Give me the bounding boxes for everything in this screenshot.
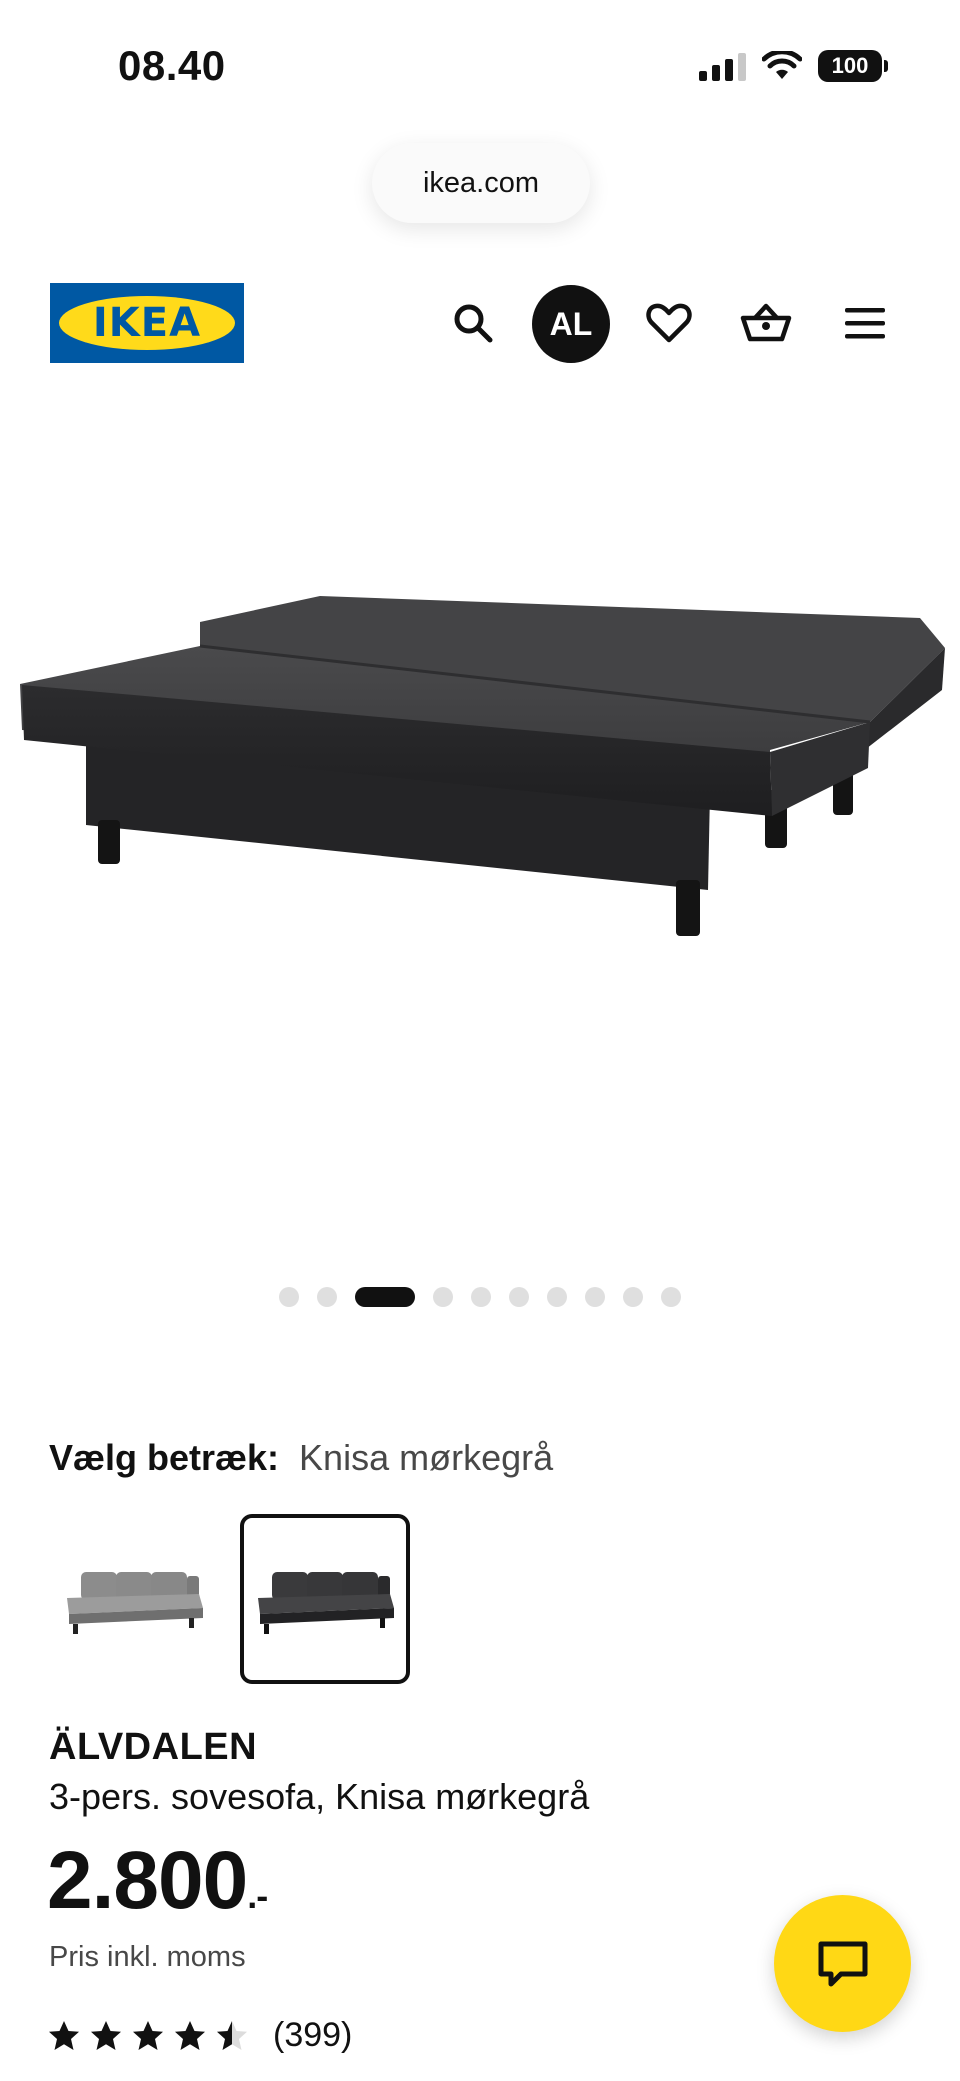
rating-stars xyxy=(47,2019,249,2053)
status-icons: 100 xyxy=(699,50,888,82)
sofa-dark-grey-thumbnail xyxy=(258,1572,394,1634)
carousel-dot[interactable] xyxy=(317,1287,337,1307)
carousel-dot[interactable] xyxy=(433,1287,453,1307)
heart-icon xyxy=(646,303,692,343)
address-bar[interactable]: ikea.com xyxy=(372,143,590,223)
avatar[interactable]: AL xyxy=(532,285,610,363)
battery-level: 100 xyxy=(831,53,869,78)
price-note: Pris inkl. moms xyxy=(49,1941,246,1973)
cover-label-value: Knisa mørkegrå xyxy=(299,1437,554,1478)
cover-selector-label: Vælg betræk: Knisa mørkegrå xyxy=(49,1437,553,1479)
star-icon xyxy=(217,2020,247,2050)
price-amount: 2.800 xyxy=(47,1835,248,1926)
menu-icon xyxy=(845,308,885,339)
cover-option-dark-grey[interactable] xyxy=(240,1514,410,1684)
status-bar: 08.40 100 xyxy=(0,0,960,140)
sofa-light-grey-thumbnail xyxy=(67,1572,203,1634)
carousel-dot[interactable] xyxy=(585,1287,605,1307)
product-image[interactable] xyxy=(0,400,960,1220)
carousel-dot[interactable] xyxy=(623,1287,643,1307)
carousel-dot[interactable] xyxy=(509,1287,529,1307)
basket-button[interactable] xyxy=(726,283,806,363)
star-icon xyxy=(49,2020,79,2050)
review-count: (399) xyxy=(273,2016,353,2054)
cover-option-light-grey[interactable] xyxy=(49,1514,219,1684)
search-button[interactable] xyxy=(433,283,513,363)
favourites-button[interactable] xyxy=(629,283,709,363)
wifi-icon xyxy=(762,51,802,79)
cover-label-key: Vælg betræk: xyxy=(49,1437,280,1478)
basket-icon xyxy=(740,303,792,342)
star-icon xyxy=(133,2020,163,2050)
sofa-bed-image xyxy=(20,596,945,936)
star-icon xyxy=(91,2020,121,2050)
carousel-dot[interactable] xyxy=(471,1287,491,1307)
battery-icon: 100 xyxy=(818,50,888,82)
product-price: 2.800.- xyxy=(47,1840,268,1922)
image-carousel-dots[interactable] xyxy=(0,1285,960,1309)
carousel-dot[interactable] xyxy=(547,1287,567,1307)
chat-bubble-icon xyxy=(818,1941,867,1986)
cellular-signal-icon xyxy=(699,51,746,81)
chat-button[interactable] xyxy=(774,1895,911,2032)
carousel-dot-active[interactable] xyxy=(355,1287,415,1307)
logo-text: IKEA xyxy=(92,300,202,346)
logo-oval: IKEA xyxy=(59,296,235,350)
product-rating[interactable]: (399) xyxy=(47,2016,352,2055)
carousel-dot[interactable] xyxy=(279,1287,299,1307)
price-suffix: .- xyxy=(247,1875,268,1916)
menu-button[interactable] xyxy=(825,283,905,363)
status-time: 08.40 xyxy=(118,42,226,89)
product-description: 3-pers. sovesofa, Knisa mørkegrå xyxy=(49,1776,590,1817)
star-icon xyxy=(175,2020,205,2050)
search-icon xyxy=(454,304,493,343)
avatar-initials: AL xyxy=(549,305,593,342)
carousel-dot[interactable] xyxy=(661,1287,681,1307)
address-bar-url: ikea.com xyxy=(422,166,540,199)
product-name: ÄLVDALEN xyxy=(49,1726,258,1768)
ikea-logo[interactable]: IKEA xyxy=(50,283,244,363)
